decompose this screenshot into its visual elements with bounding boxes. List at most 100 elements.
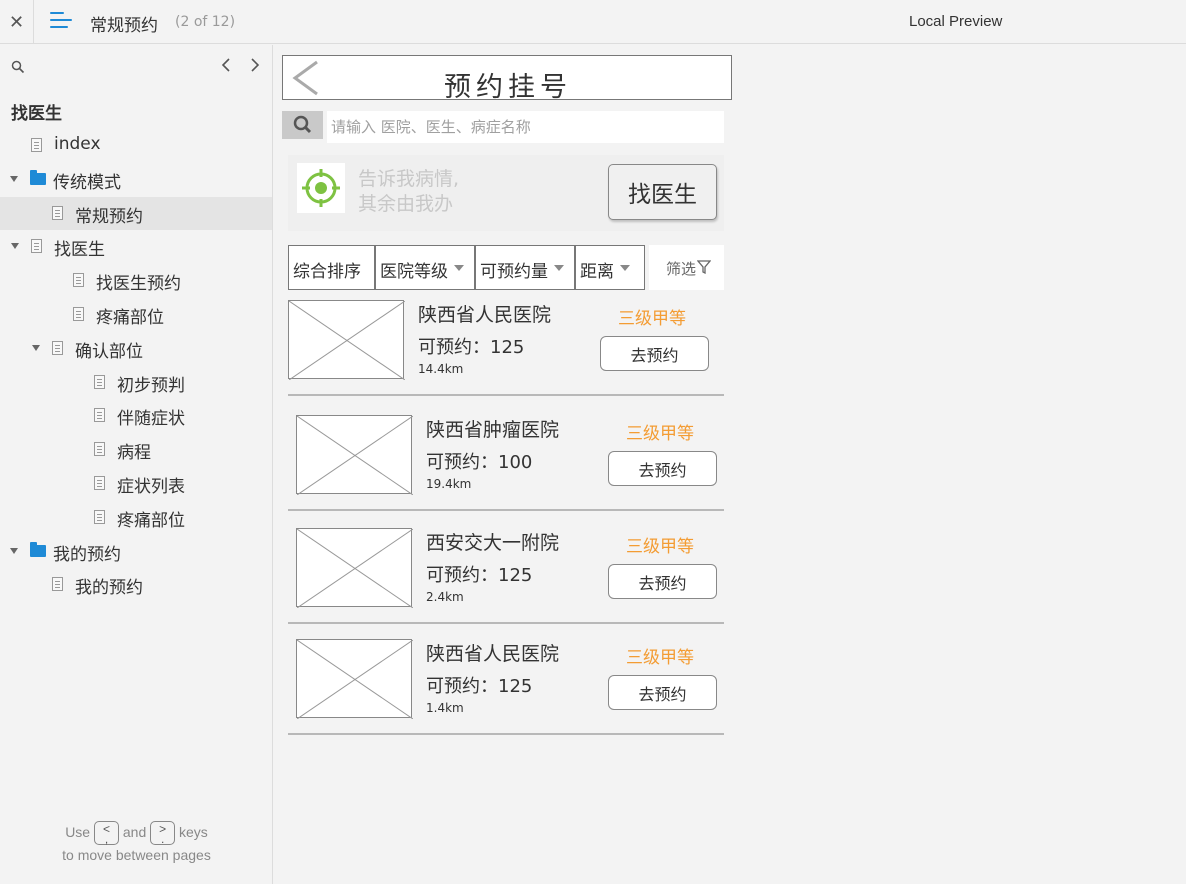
sidebar-item-label: 我的预约 [53, 544, 121, 565]
hint-text: Use [65, 824, 91, 840]
chevron-right-icon [251, 58, 260, 72]
expand-arrow-icon[interactable] [10, 547, 18, 554]
divider [288, 509, 724, 511]
sidebar-item[interactable]: 伴随症状 [0, 399, 272, 432]
local-preview-label: Local Preview [909, 13, 1003, 30]
hospital-image-placeholder-icon [296, 528, 414, 609]
hospital-distance: 14.4km [418, 362, 464, 376]
page-icon [94, 442, 105, 457]
hospital-availability: 可预约：125 [426, 565, 533, 586]
page-icon [31, 138, 42, 152]
sidebar-item-label: 找医生预约 [96, 274, 181, 295]
divider [288, 733, 724, 735]
next-page-button[interactable] [247, 57, 263, 75]
hospital-grade-badge: 三级甲等 [618, 309, 686, 329]
menu-icon[interactable] [50, 12, 74, 32]
book-button[interactable]: 去预约 [600, 336, 709, 371]
sidebar-item[interactable]: 常规预约 [0, 196, 272, 230]
sidebar-item[interactable]: index [0, 129, 272, 162]
target-icon [297, 163, 345, 213]
sidebar-item[interactable]: 疼痛部位 [0, 501, 272, 534]
hospital-card[interactable]: 陕西省人民医院 可预约：125 1.4km 三级甲等 去预约 [288, 639, 724, 749]
promo-text: 告诉我病情, 其余由我办 [358, 167, 459, 217]
sidebar-item-label: 病程 [117, 443, 151, 464]
promo-line-1: 告诉我病情, [358, 168, 460, 190]
key-next-icon: >. [150, 821, 176, 845]
sidebar-item-label: 初步预判 [117, 375, 185, 396]
book-button[interactable]: 去预约 [608, 564, 717, 599]
header-title: 预约挂号 [444, 72, 572, 103]
sidebar-item[interactable]: 找医生预约 [0, 264, 272, 297]
hospital-image-placeholder-icon [296, 639, 414, 720]
page-preview: 预约挂号 告诉我病情, 其余由我办 找医生 [282, 55, 732, 735]
funnel-icon [697, 260, 711, 274]
sidebar-item[interactable]: 传统模式 [0, 163, 272, 196]
hospital-card[interactable]: 西安交大一附院可预约：125 2.4km 三级甲等去预约 [288, 528, 724, 638]
chevron-left-icon [221, 58, 230, 72]
sidebar-heading: 找医生 [11, 104, 62, 124]
page-count: (2 of 12) [175, 14, 236, 30]
hospital-grade-badge: 三级甲等 [626, 424, 694, 444]
hint-text: and [122, 824, 147, 840]
filter-hospital-level[interactable]: 医院等级 [375, 245, 475, 290]
hint-text-line2: to move between pages [62, 847, 211, 863]
expand-arrow-icon[interactable] [11, 243, 19, 250]
symptom-promo: 告诉我病情, 其余由我办 找医生 [288, 155, 724, 231]
sidebar-item-label: 症状列表 [117, 477, 185, 497]
hospital-name[interactable]: 陕西省人民医院 [426, 639, 559, 666]
hospital-availability: 可预约：125 [418, 337, 525, 358]
sidebar-item[interactable]: 疼痛部位 [0, 298, 272, 331]
screen-filter-button[interactable]: 筛选 [649, 245, 724, 290]
caret-down-icon [554, 265, 564, 271]
page-icon [73, 307, 84, 321]
sidebar-item[interactable]: 我的预约 [0, 568, 272, 601]
key-prev-icon: <, [93, 821, 119, 845]
divider [288, 622, 724, 624]
hospital-card[interactable]: 陕西省人民医院可预约：125 14.4km 三级甲等去预约 [288, 300, 724, 410]
hospital-name[interactable]: 陕西省人民医院 [418, 300, 551, 327]
search-icon[interactable] [11, 60, 25, 74]
page-icon [94, 374, 105, 389]
book-button[interactable]: 去预约 [608, 451, 717, 486]
sidebar-item-label: 找医生 [54, 240, 105, 261]
hospital-grade-badge: 三级甲等 [626, 537, 694, 557]
promo-line-2: 其余由我办 [358, 193, 454, 215]
page-icon [52, 340, 63, 355]
sidebar-item-label: 确认部位 [75, 341, 143, 362]
find-doctor-button[interactable]: 找医生 [608, 164, 717, 220]
close-button[interactable]: ✕ [0, 0, 34, 44]
search-button[interactable] [282, 111, 323, 139]
sidebar-item[interactable]: 找医生 [0, 230, 272, 263]
hospital-card[interactable]: 陕西省肿瘤医院 可预约：100 19.4km 三级甲等 去预约 [288, 415, 724, 525]
search-input[interactable] [327, 111, 724, 143]
sidebar-item[interactable]: 确认部位 [0, 332, 272, 365]
folder-icon [30, 169, 46, 185]
hospital-name[interactable]: 陕西省肿瘤医院 [426, 415, 559, 442]
sidebar-item[interactable]: 症状列表 [0, 467, 272, 500]
page-title: 常规预约 [90, 16, 158, 36]
filter-bar: 综合排序 医院等级 可预约量 距离 筛选 [288, 245, 724, 290]
hospital-image-placeholder-icon [288, 300, 406, 381]
sidebar-item[interactable]: 初步预判 [0, 366, 272, 399]
book-button[interactable]: 去预约 [608, 675, 717, 710]
hospital-name[interactable]: 西安交大一附院 [426, 528, 559, 555]
filter-availability[interactable]: 可预约量 [475, 245, 575, 290]
sidebar-item[interactable]: 我的预约 [0, 535, 272, 568]
hospital-distance: 2.4km [426, 590, 464, 604]
top-bar: ✕ 常规预约 (2 of 12) Local Preview [0, 0, 1186, 44]
expand-arrow-icon[interactable] [32, 344, 40, 351]
search-row [282, 111, 724, 143]
hospital-distance: 1.4km [426, 701, 464, 715]
filter-sort[interactable]: 综合排序 [288, 245, 375, 290]
expand-arrow-icon[interactable] [10, 175, 18, 182]
prev-page-button[interactable] [218, 57, 234, 75]
sidebar-item-label: 疼痛部位 [117, 510, 185, 531]
hospital-image-placeholder-icon [296, 415, 414, 496]
sidebar-item[interactable]: 病程 [0, 433, 272, 466]
hospital-availability: 可预约：125 [426, 676, 533, 697]
page-icon [52, 205, 63, 220]
filter-distance[interactable]: 距离 [575, 245, 645, 290]
folder-icon [30, 541, 46, 557]
search-icon [293, 115, 312, 134]
sidebar-item-label: 常规预约 [75, 206, 143, 227]
